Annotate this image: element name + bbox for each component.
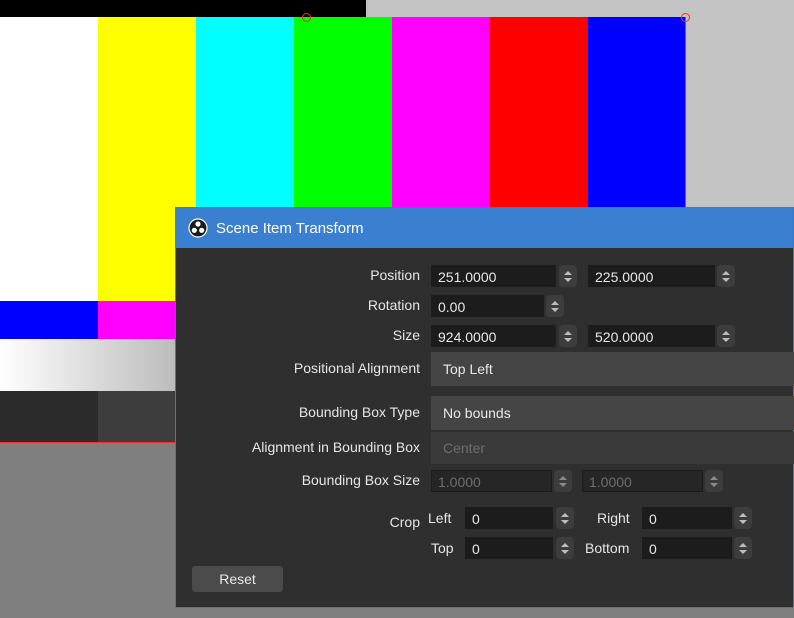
- alignment-in-bounding-box-label: Alignment in Bounding Box: [251, 439, 420, 455]
- bounding-box-width-spinner[interactable]: [554, 470, 572, 492]
- size-label: Size: [392, 327, 420, 343]
- crop-top-spinner[interactable]: [556, 537, 574, 559]
- bounding-box-height-input[interactable]: 1.0000: [582, 470, 703, 492]
- size-height-spinner[interactable]: [717, 325, 735, 347]
- alignment-in-bounding-box-select[interactable]: Center: [431, 432, 794, 464]
- crop-right-spinner[interactable]: [734, 507, 752, 529]
- position-label: Position: [370, 267, 420, 283]
- rotation-input[interactable]: 0.00: [431, 295, 544, 317]
- dialog-body: Position 251.0000 225.0000 Rotation 0.00…: [176, 248, 794, 608]
- position-y-spinner[interactable]: [717, 265, 735, 287]
- position-x-input[interactable]: 251.0000: [431, 265, 556, 287]
- crop-left-label: Left: [428, 510, 452, 526]
- size-width-input[interactable]: 924.0000: [431, 325, 556, 347]
- reset-button[interactable]: Reset: [192, 566, 283, 592]
- crop-left-spinner[interactable]: [556, 507, 574, 529]
- resize-handle-top-right[interactable]: [681, 13, 690, 22]
- crop-top-input[interactable]: 0: [465, 537, 553, 559]
- positional-alignment-label: Positional Alignment: [293, 360, 420, 376]
- bounding-box-type-select[interactable]: No bounds: [431, 396, 794, 430]
- obs-logo-icon: [188, 218, 208, 238]
- bounding-box-width-input[interactable]: 1.0000: [431, 470, 552, 492]
- size-width-spinner[interactable]: [559, 325, 577, 347]
- position-y-input[interactable]: 225.0000: [588, 265, 715, 287]
- size-height-input[interactable]: 520.0000: [588, 325, 715, 347]
- canvas-top-black-area: [0, 0, 366, 17]
- resize-handle-top[interactable]: [302, 13, 311, 22]
- bounding-box-type-label: Bounding Box Type: [298, 404, 420, 420]
- positional-alignment-select[interactable]: Top Left: [431, 352, 794, 386]
- crop-label: Crop: [389, 514, 420, 530]
- scene-item-transform-dialog: Scene Item Transform Position 251.0000 2…: [175, 207, 794, 608]
- crop-right-label: Right: [597, 510, 630, 526]
- crop-right-input[interactable]: 0: [642, 507, 732, 529]
- crop-left-input[interactable]: 0: [465, 507, 553, 529]
- rotation-label: Rotation: [367, 297, 420, 313]
- bounding-box-size-label: Bounding Box Size: [301, 472, 420, 488]
- position-x-spinner[interactable]: [559, 265, 577, 287]
- bounding-box-height-spinner[interactable]: [705, 470, 723, 492]
- crop-bottom-input[interactable]: 0: [642, 537, 732, 559]
- crop-bottom-spinner[interactable]: [734, 537, 752, 559]
- dialog-titlebar[interactable]: Scene Item Transform: [176, 208, 793, 248]
- crop-top-label: Top: [431, 540, 454, 556]
- crop-bottom-label: Bottom: [585, 540, 630, 556]
- rotation-spinner[interactable]: [546, 295, 564, 317]
- dialog-title: Scene Item Transform: [216, 219, 364, 237]
